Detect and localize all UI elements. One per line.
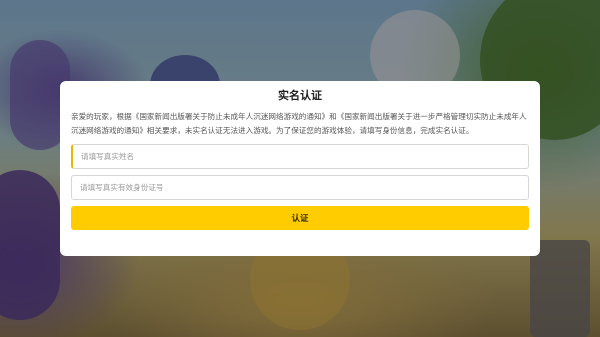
id-number-input[interactable] [71,175,529,200]
verify-button[interactable]: 认证 [71,206,529,230]
dialog-title: 实名认证 [278,89,322,102]
real-name-auth-dialog: 实名认证 亲爱的玩家，根据《国家新闻出版署关于防止未成年人沉迷网络游戏的通知》和… [60,81,540,256]
dialog-notice-text: 亲爱的玩家，根据《国家新闻出版署关于防止未成年人沉迷网络游戏的通知》和《国家新闻… [71,112,527,135]
real-name-input[interactable] [71,144,529,169]
game-screen: 实名认证 亲爱的玩家，根据《国家新闻出版署关于防止未成年人沉迷网络游戏的通知》和… [0,0,600,337]
